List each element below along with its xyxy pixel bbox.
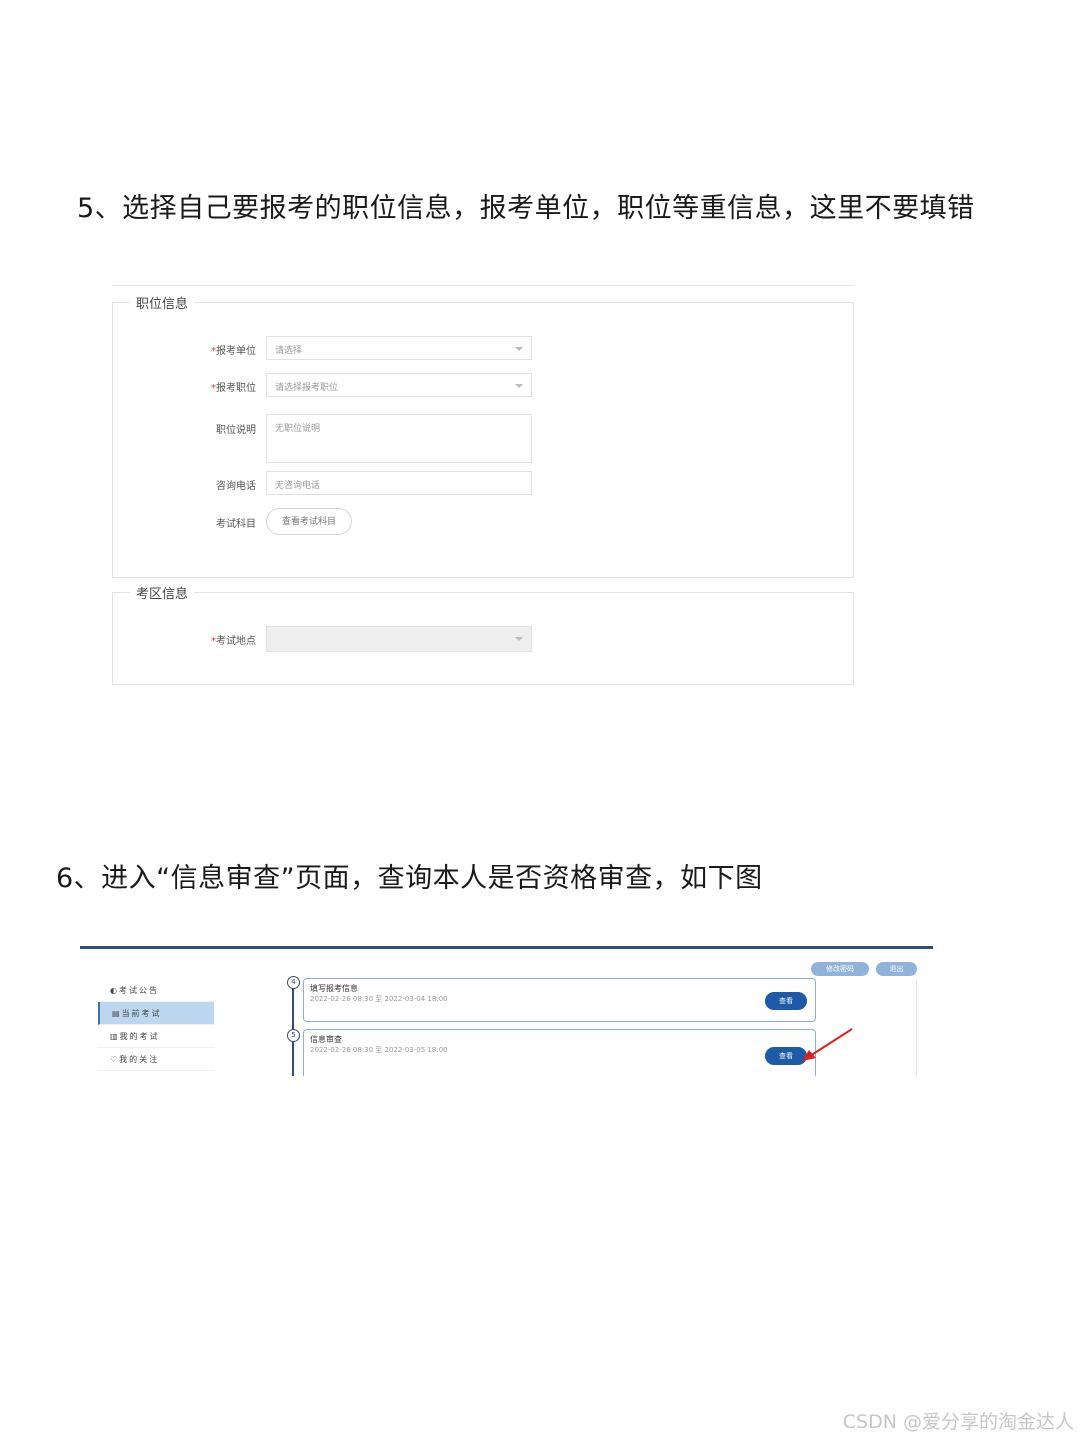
step-time: 2022-02-26 08:30 至 2022-03-04 18:00	[310, 995, 448, 1003]
announcement-icon: ◐	[110, 986, 117, 995]
top-divider	[112, 285, 854, 286]
unit-label: *报考单位	[211, 346, 256, 357]
job-label: *报考职位	[211, 383, 256, 394]
view-button[interactable]: 查看	[765, 992, 807, 1010]
step-number: 5	[287, 1029, 300, 1042]
position-info-section: 职位信息 *报考单位 请选择 *报考职位 请选择报考职位 职位说明 无职位说明 …	[112, 293, 854, 578]
phone-label: 咨询电话	[216, 481, 256, 492]
sidebar: ◐ 考试公告 ▤ 当前考试 ▥ 我的考试 ♡ 我的关注	[98, 979, 214, 1071]
sidebar-item-announcements[interactable]: ◐ 考试公告	[98, 979, 214, 1002]
exam-location-label: *考试地点	[211, 636, 256, 647]
step-number: 4	[287, 976, 300, 989]
top-bar	[80, 946, 933, 949]
job-desc-field[interactable]: 无职位说明	[266, 414, 532, 463]
change-password-button[interactable]: 修改密码	[811, 962, 869, 976]
step-card-info-review: 信息审查 2022-02-26 08:30 至 2022-03-05 18:00…	[303, 1029, 816, 1076]
sidebar-item-my-exams[interactable]: ▥ 我的考试	[98, 1025, 214, 1048]
step5-heading: 5、选择自己要报考的职位信息，报考单位，职位等重信息，这里不要填错	[77, 193, 975, 224]
job-desc-label: 职位说明	[216, 425, 256, 436]
step6-heading: 6、进入“信息审查”页面，查询本人是否资格审查，如下图	[56, 863, 763, 894]
phone-field[interactable]: 无咨询电话	[266, 471, 532, 495]
step-time: 2022-02-26 08:30 至 2022-03-05 18:00	[310, 1046, 448, 1054]
list-icon: ▤	[112, 1009, 120, 1018]
position-info-title: 职位信息	[130, 293, 195, 312]
view-subjects-button[interactable]: 查看考试科目	[266, 508, 352, 535]
step-title: 信息审查	[310, 1035, 342, 1044]
red-arrow-icon	[802, 1028, 853, 1061]
position-form-screenshot: 职位信息 *报考单位 请选择 *报考职位 请选择报考职位 职位说明 无职位说明 …	[112, 285, 854, 685]
watermark: CSDN @爱分享的淘金达人	[842, 1411, 1074, 1433]
heart-icon: ♡	[110, 1055, 118, 1064]
logout-button[interactable]: 退出	[876, 962, 917, 976]
area-info-section: 考区信息 *考试地点	[112, 583, 854, 685]
sidebar-item-follows[interactable]: ♡ 我的关注	[98, 1048, 214, 1071]
step-card-fill-info: 填写报考信息 2022-02-26 08:30 至 2022-03-04 18:…	[303, 978, 816, 1022]
chevron-down-icon	[515, 637, 523, 641]
subject-label: 考试科目	[216, 519, 256, 530]
chevron-down-icon	[515, 347, 523, 351]
area-info-title: 考区信息	[130, 583, 195, 602]
timeline-line	[292, 979, 294, 1076]
unit-select[interactable]: 请选择	[266, 336, 532, 360]
document-icon: ▥	[110, 1032, 118, 1041]
review-page-screenshot: 修改密码 退出 ◐ 考试公告 ▤ 当前考试 ▥ 我的考试 ♡ 我的关注 4 填写报考信息…	[80, 946, 933, 1076]
exam-location-select[interactable]	[266, 626, 532, 652]
chevron-down-icon	[515, 384, 523, 388]
job-select[interactable]: 请选择报考职位	[266, 373, 532, 397]
sidebar-item-current-exam[interactable]: ▤ 当前考试	[98, 1002, 214, 1025]
right-panel-border	[916, 979, 917, 1076]
step-title: 填写报考信息	[310, 984, 358, 993]
